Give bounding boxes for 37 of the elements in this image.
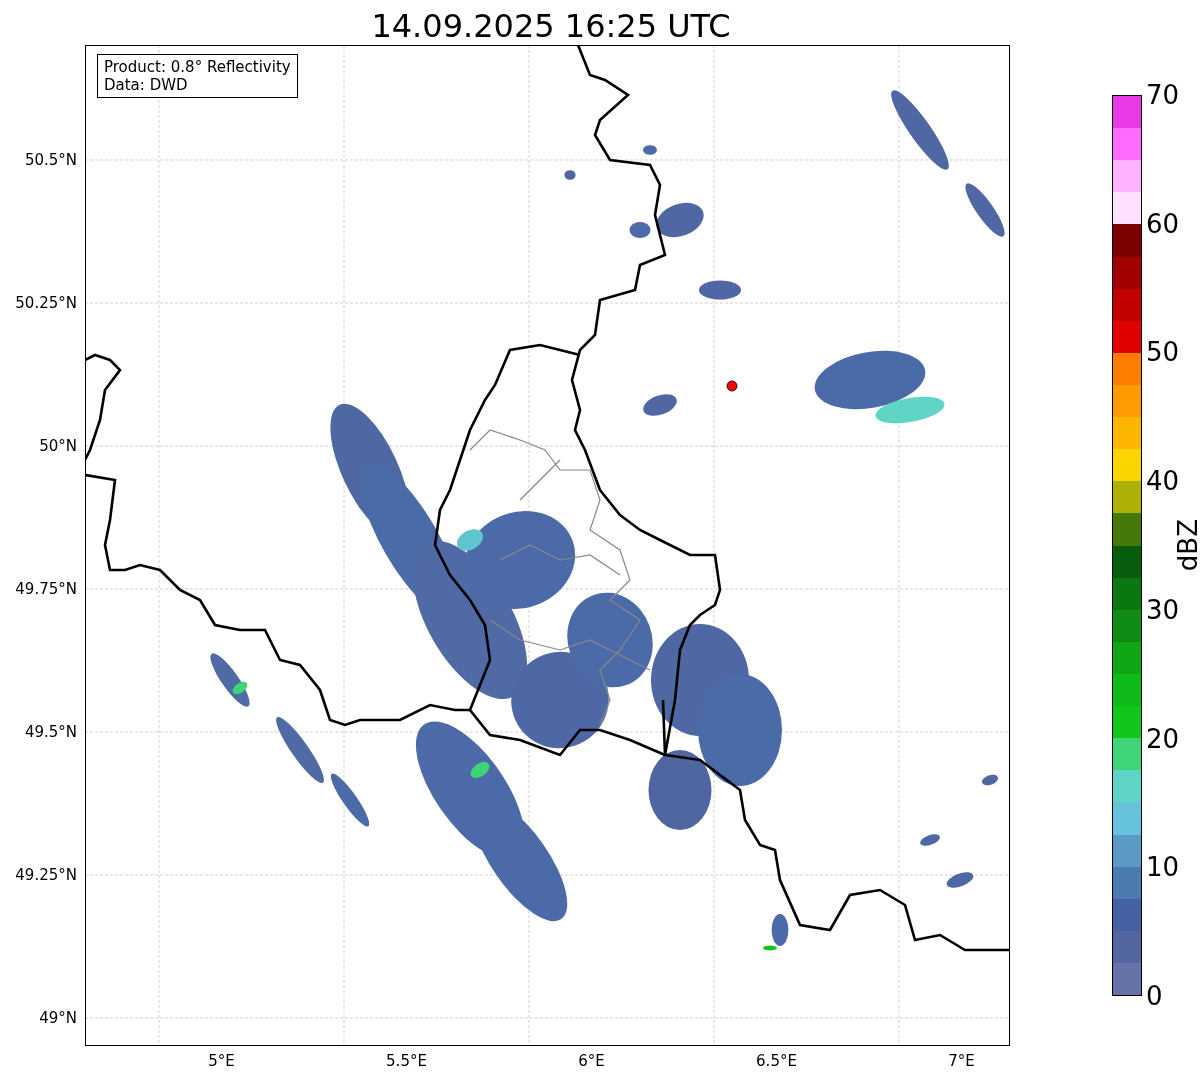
scale-tick-label: 50 (1146, 337, 1180, 368)
scale-tick-label: 40 (1146, 466, 1180, 497)
precipitation-echo (981, 774, 999, 786)
latitude-label: 50.5°N (24, 152, 77, 168)
latitude-label: 49.25°N (15, 867, 77, 883)
info-text: Data: DWD (104, 76, 189, 94)
scale-unit-label: dBZ (1173, 519, 1200, 572)
longitude-label: 5.5°E (385, 1052, 428, 1070)
scale-tick-label: 70 (1146, 80, 1180, 110)
latitude-label: 50.25°N (15, 295, 77, 311)
scale-tick-label: 30 (1146, 594, 1180, 625)
precipitation-echo (629, 222, 651, 238)
scale-tick-label: 10 (1146, 852, 1180, 883)
longitude-label: 6°E (577, 1052, 606, 1070)
precipitation-echo (656, 202, 704, 238)
longitude-label: 5°E (207, 1052, 236, 1070)
precipitation-echo (699, 280, 741, 300)
precipitation-echo (643, 145, 657, 155)
precipitation-echo (330, 773, 370, 827)
precipitation-echo (965, 183, 1005, 237)
precipitation-echo (564, 170, 576, 180)
longitude-label: 6.5°E (755, 1052, 798, 1070)
info-text: Product: 0.8° Reflectivity (104, 58, 291, 76)
latitude-label: 50°N (39, 438, 77, 454)
latitude-label: 49.75°N (15, 581, 77, 597)
plot-title: 14.09.2025 16:25 UTC (370, 6, 732, 45)
precipitation-echo (946, 872, 974, 888)
scale-tick-label: 20 (1146, 723, 1180, 754)
scale-tick-label: 0 (1146, 980, 1164, 1011)
longitude-label: 7°E (947, 1052, 976, 1070)
precipitation-echo (276, 716, 324, 784)
latitude-label: 49.5°N (24, 724, 77, 740)
radar-site-marker (726, 380, 738, 392)
scale-tick-label: 60 (1146, 208, 1180, 239)
precipitation-echo (643, 394, 677, 416)
latitude-label: 49°N (39, 1010, 77, 1026)
precipitation-echo (920, 834, 940, 846)
